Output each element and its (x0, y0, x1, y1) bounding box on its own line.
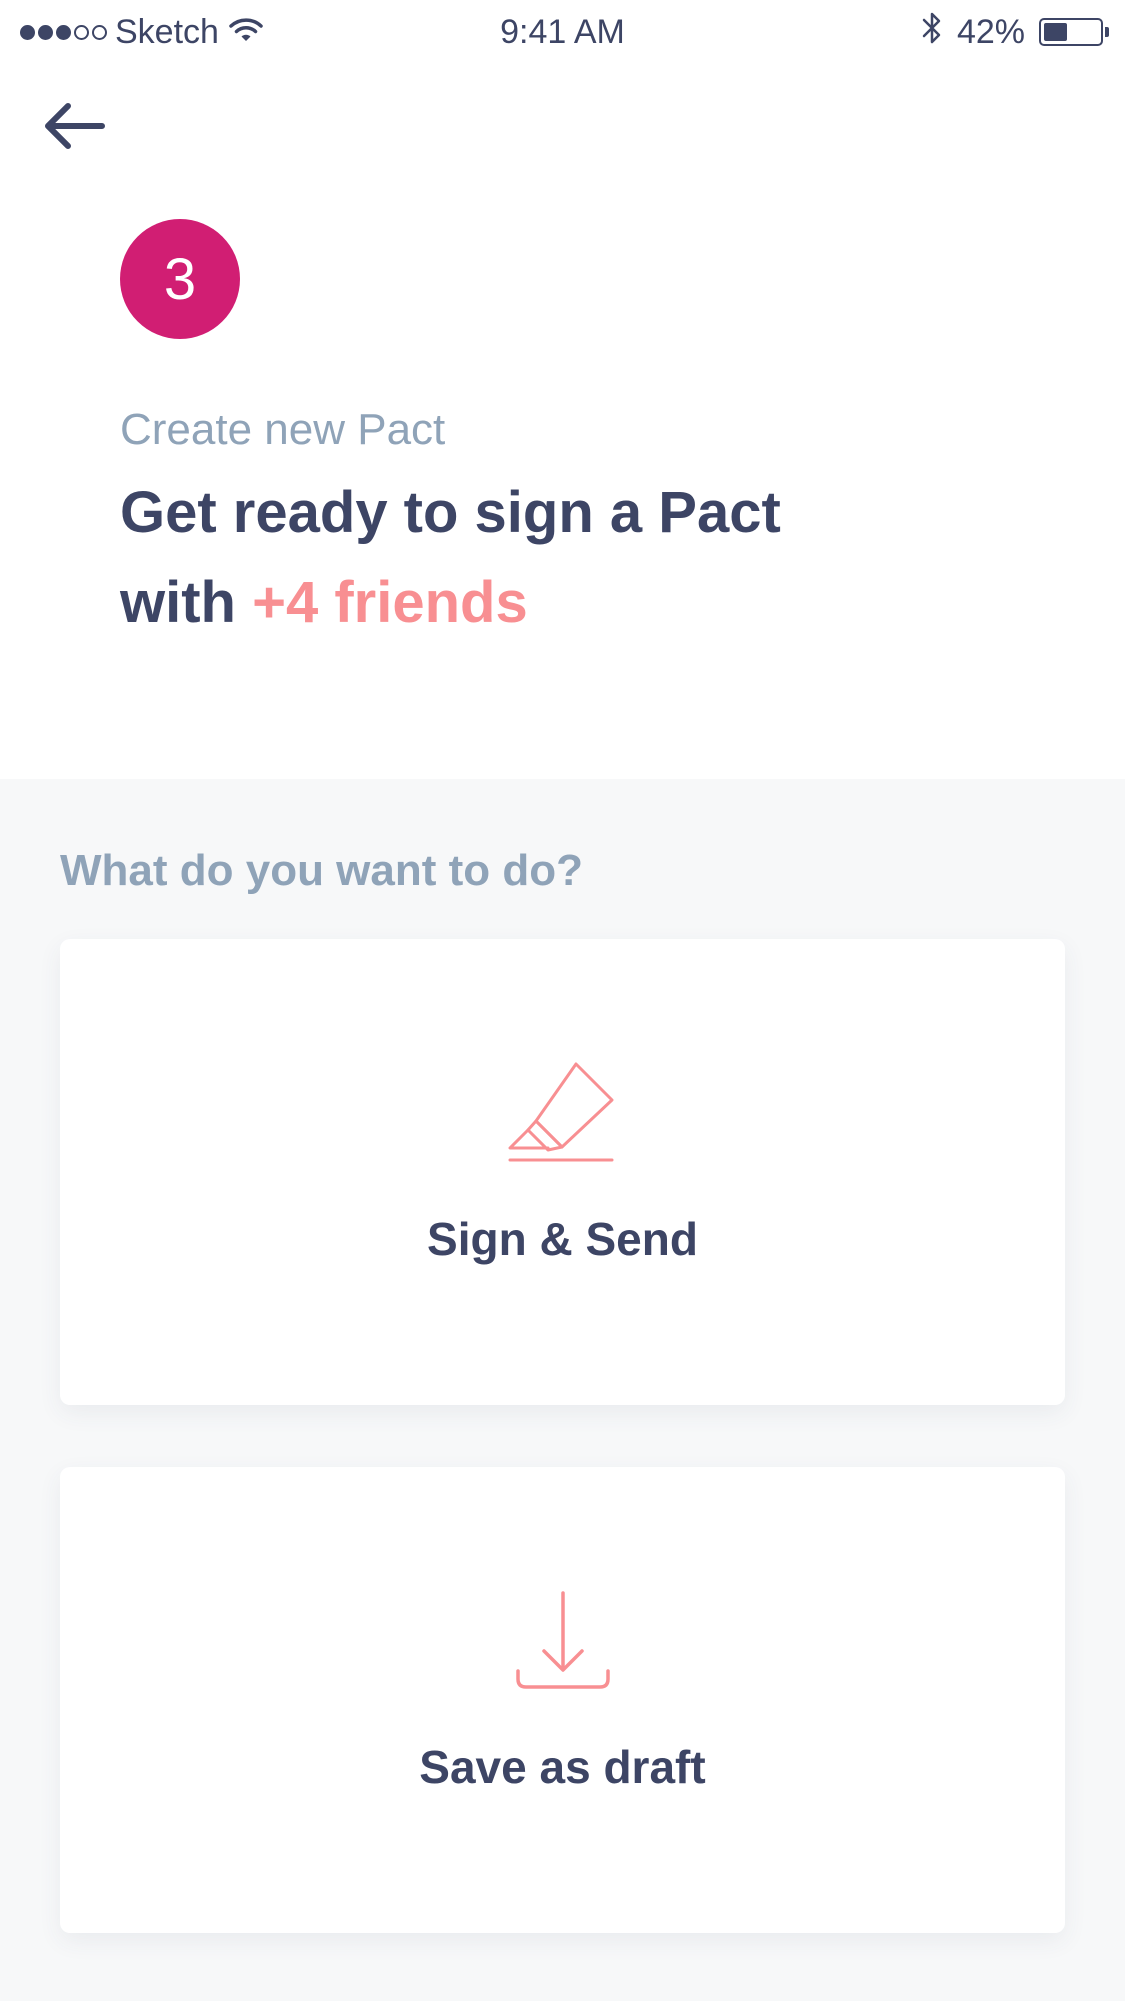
sign-send-label: Sign & Send (427, 1213, 698, 1265)
highlighter-icon (503, 1059, 623, 1169)
save-draft-button[interactable]: Save as draft (60, 1467, 1065, 1933)
status-time: 9:41 AM (500, 13, 625, 51)
battery-icon (1039, 18, 1103, 46)
options-section: What do you want to do? Sign & Send Save… (0, 779, 1125, 2001)
step-badge: 3 (120, 219, 240, 339)
page-title: Get ready to sign a Pact with +4 friends (120, 468, 1020, 648)
headline-line-1: Get ready to sign a Pact (120, 480, 781, 545)
download-tray-icon (503, 1587, 623, 1697)
headline-line-2: with +4 friends (120, 558, 1020, 648)
battery-level-fill (1044, 23, 1067, 41)
arrow-left-icon (45, 103, 105, 149)
status-bar: Sketch 9:41 AM 42% (0, 0, 1125, 64)
headline-with: with (120, 570, 236, 635)
save-draft-label: Save as draft (419, 1741, 706, 1793)
options-question: What do you want to do? (60, 846, 584, 895)
sign-send-button[interactable]: Sign & Send (60, 939, 1065, 1405)
page-subtitle: Create new Pact (120, 405, 446, 454)
friends-count-link[interactable]: +4 friends (252, 570, 528, 635)
back-button[interactable] (40, 96, 110, 156)
